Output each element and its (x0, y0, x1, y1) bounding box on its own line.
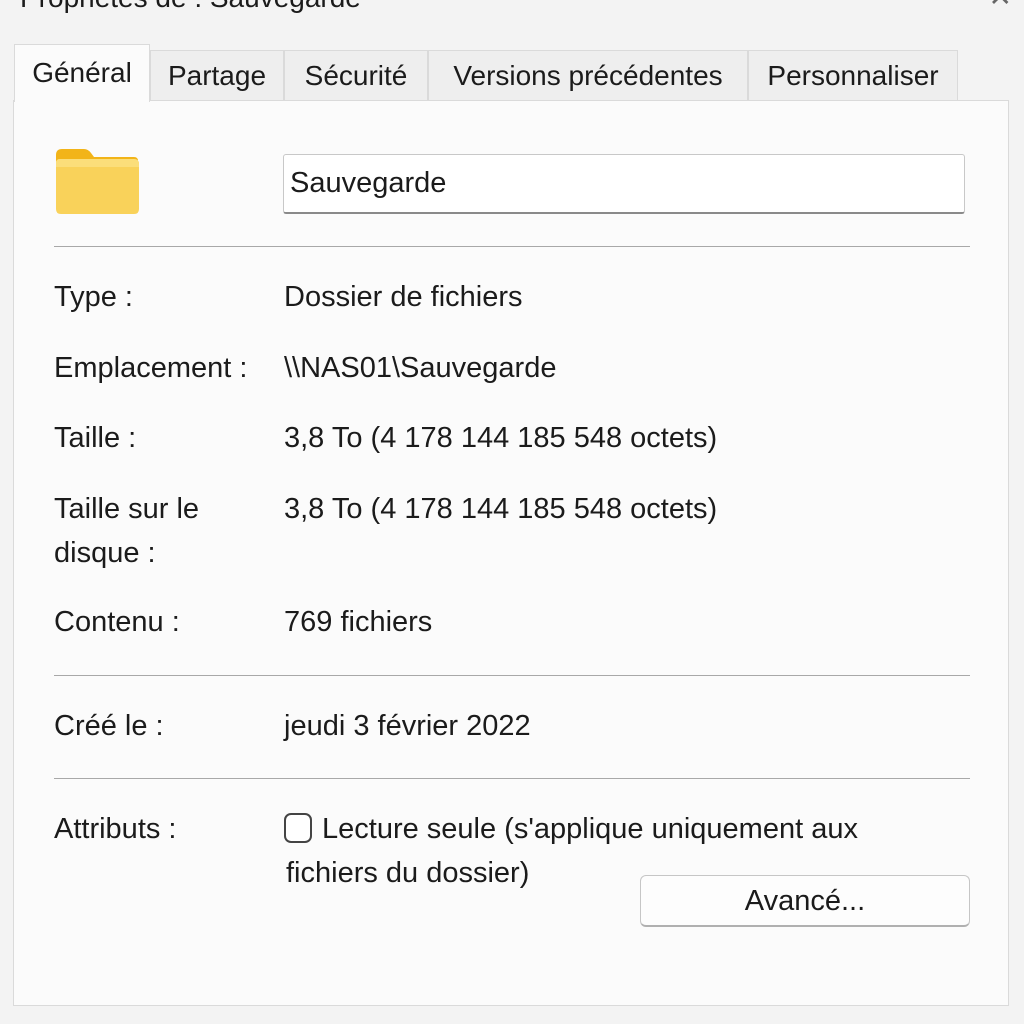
location-label: Emplacement : (54, 352, 248, 384)
separator (54, 246, 970, 247)
tab-customize[interactable]: Personnaliser (748, 50, 958, 100)
properties-window: Propriétés de : Sauvegarde ✕ Général Par… (0, 0, 1024, 1024)
size-label: Taille : (54, 422, 137, 454)
close-icon[interactable]: ✕ (989, 0, 1012, 13)
tab-sharing[interactable]: Partage (150, 50, 284, 100)
location-value: \\NAS01\Sauvegarde (284, 352, 557, 384)
type-value: Dossier de fichiers (284, 281, 523, 313)
size-value: 3,8 To (4 178 144 185 548 octets) (284, 422, 718, 454)
advanced-button[interactable]: Avancé... (640, 875, 970, 927)
separator (54, 778, 970, 779)
contents-value: 769 fichiers (284, 606, 433, 638)
attributes-label: Attributs : (54, 813, 177, 845)
general-panel: Type : Dossier de fichiers Emplacement :… (13, 100, 1009, 1006)
folder-icon (56, 149, 139, 214)
window-title: Propriétés de : Sauvegarde (20, 0, 361, 14)
tab-general[interactable]: Général (14, 44, 150, 102)
title-bar: Propriétés de : Sauvegarde ✕ (0, 0, 1024, 14)
created-value: jeudi 3 février 2022 (284, 710, 531, 742)
type-label: Type : (54, 281, 133, 313)
contents-label: Contenu : (54, 606, 180, 638)
size-on-disk-label: Taille sur le disque : (54, 493, 200, 569)
tab-security[interactable]: Sécurité (284, 50, 428, 100)
separator (54, 675, 970, 676)
created-label: Créé le : (54, 710, 164, 742)
size-on-disk-value: 3,8 To (4 178 144 185 548 octets) (284, 493, 718, 525)
folder-name-input[interactable] (283, 154, 965, 214)
tab-previous-versions[interactable]: Versions précédentes (428, 50, 748, 100)
